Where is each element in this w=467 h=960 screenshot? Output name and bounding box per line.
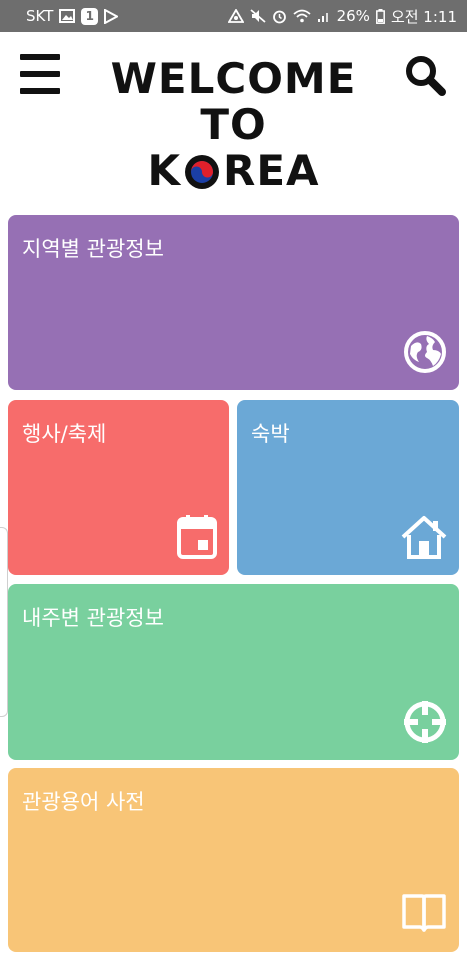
status-bar: SKT 1 26% 오전 1:11 — [0, 0, 467, 32]
book-icon — [401, 892, 447, 938]
tile-accommodation[interactable]: 숙박 — [237, 400, 459, 575]
signal-icon — [317, 9, 331, 23]
tile-label: 숙박 — [251, 422, 290, 446]
search-button[interactable] — [402, 52, 448, 98]
title-line-to: TO — [200, 100, 267, 149]
edge-panel-handle[interactable] — [0, 527, 8, 717]
clock: 오전 1:11 — [390, 7, 457, 26]
title-line-korea: K REA — [0, 148, 467, 194]
house-icon — [401, 515, 447, 563]
title-line-welcome: WELCOME — [110, 54, 357, 103]
globe-icon — [403, 330, 447, 378]
title-letters-rea: REA — [223, 146, 320, 195]
tile-events-festivals[interactable]: 행사/축제 — [8, 400, 229, 575]
tile-label: 지역별 관광정보 — [22, 237, 164, 261]
notification-badge: 1 — [81, 7, 99, 25]
calendar-icon — [177, 515, 217, 563]
app-header: WELCOME TO K REA — [0, 32, 467, 212]
alarm-icon — [272, 9, 287, 24]
tile-regional-tourism-info[interactable]: 지역별 관광정보 — [8, 215, 459, 390]
app-logo-title: WELCOME TO K REA — [0, 56, 467, 194]
battery-icon — [375, 8, 385, 24]
status-left: SKT 1 — [26, 7, 119, 25]
tile-nearby-tourism-info[interactable]: 내주변 관광정보 — [8, 584, 459, 760]
play-store-icon — [104, 8, 119, 24]
taegeuk-icon — [184, 153, 220, 189]
mute-icon — [250, 9, 266, 23]
tile-tourism-glossary[interactable]: 관광용어 사전 — [8, 768, 459, 952]
tile-label: 관광용어 사전 — [22, 790, 145, 814]
tile-label: 행사/축제 — [22, 422, 107, 446]
crosshair-icon — [403, 700, 447, 748]
wifi-icon — [293, 9, 311, 23]
title-letter-k: K — [147, 146, 181, 195]
battery-percent: 26% — [336, 7, 370, 25]
gallery-icon — [59, 9, 76, 23]
status-right: 26% 오전 1:11 — [227, 6, 457, 27]
search-icon — [406, 56, 446, 96]
carrier-label: SKT — [26, 7, 54, 25]
sync-icon — [227, 9, 244, 23]
tile-label: 내주변 관광정보 — [22, 606, 164, 630]
